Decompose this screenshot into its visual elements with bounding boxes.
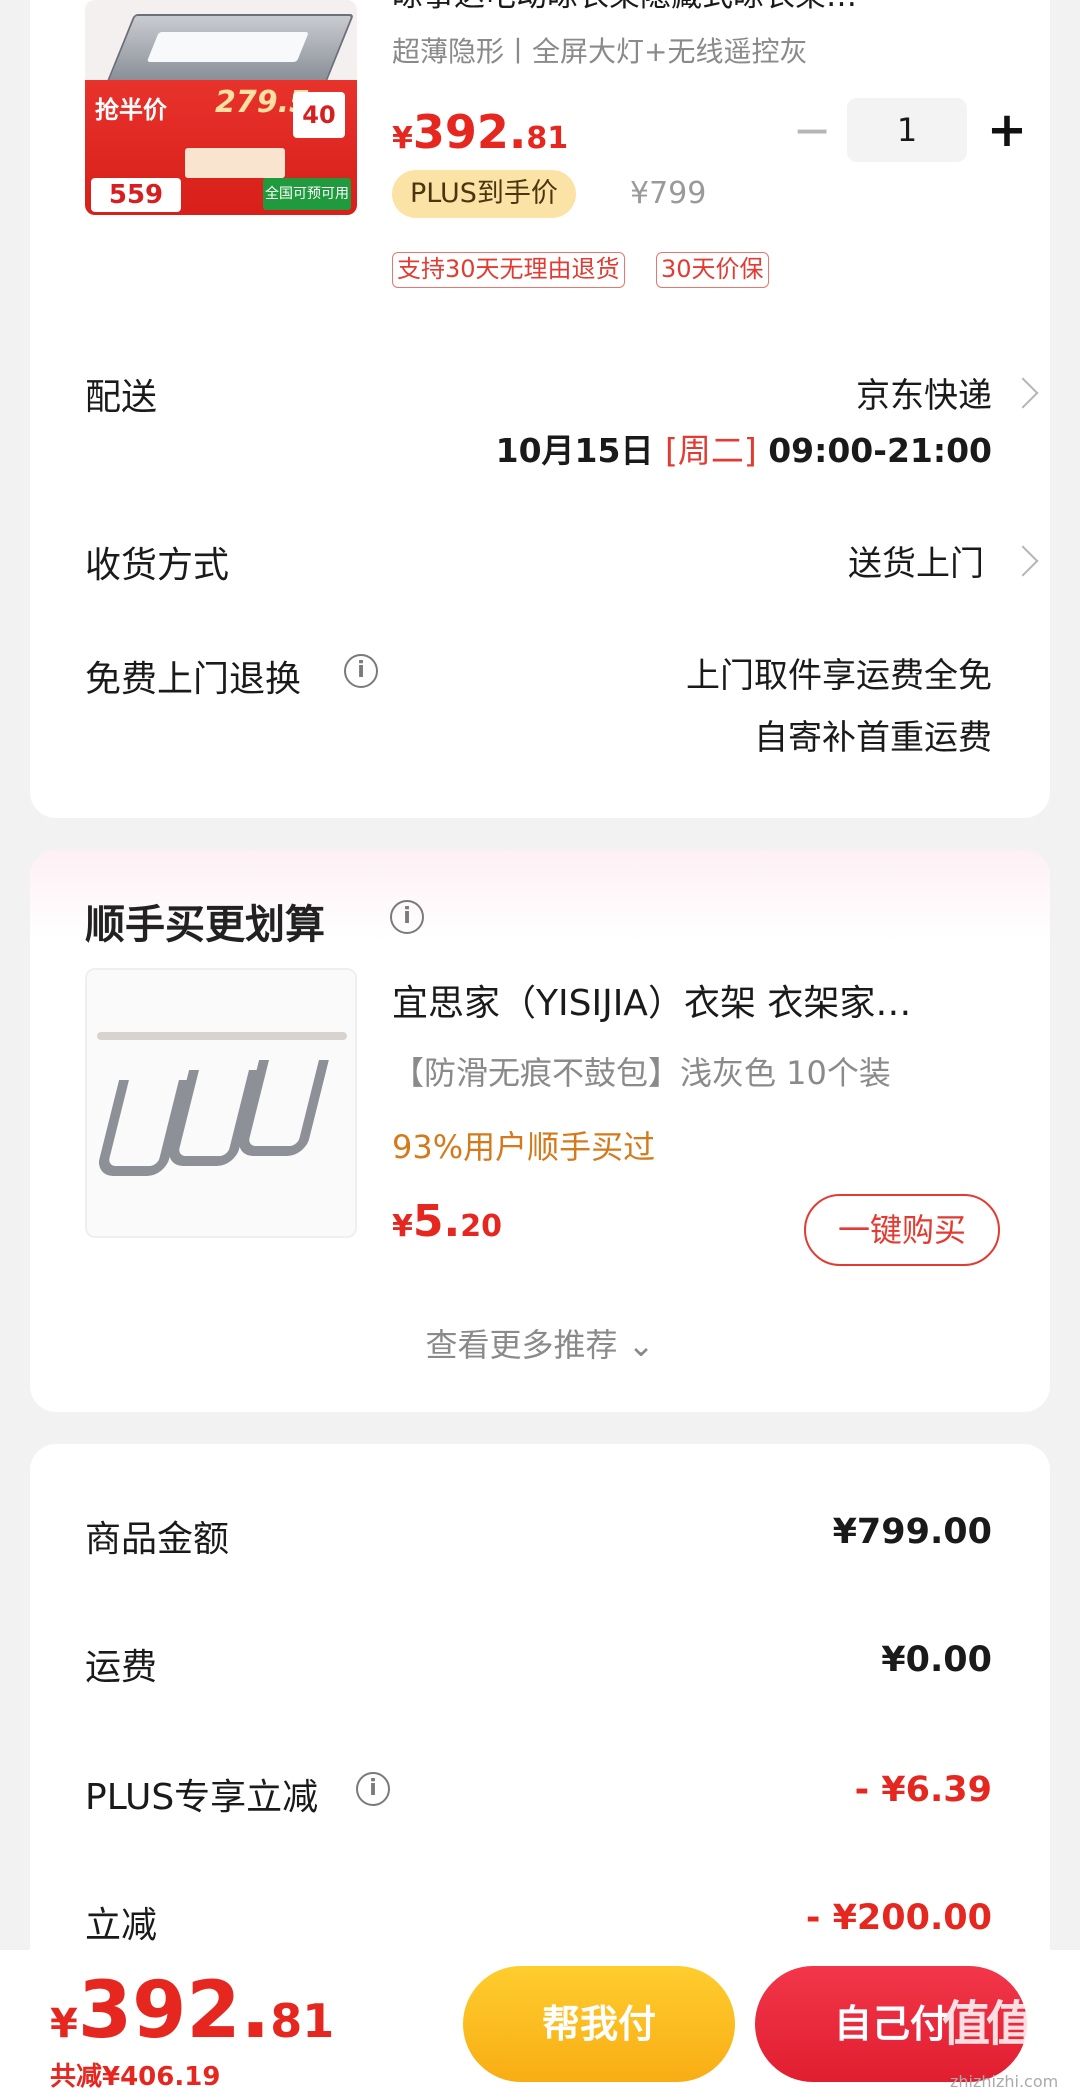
- receive-method-value[interactable]: 送货上门: [848, 536, 984, 585]
- checkout-bar: ¥392.81 共减¥406.19 帮我付 自己付: [0, 1950, 1080, 2098]
- info-icon[interactable]: i: [356, 1772, 390, 1806]
- total-currency: ¥: [50, 2001, 78, 2047]
- hanger-rod: [97, 1032, 347, 1040]
- delivery-time[interactable]: 10月15日 [周二] 09:00-21:00: [496, 424, 992, 472]
- recommend-item-image[interactable]: [85, 968, 357, 1238]
- plus-price-badge: PLUS到手价: [392, 170, 576, 218]
- original-price: ¥799: [630, 176, 707, 211]
- decrease-button[interactable]: −: [782, 98, 842, 162]
- quantity-stepper: − 1 +: [782, 98, 1042, 162]
- recommend-item-name[interactable]: 宜思家（YISIJIA）衣架 衣架家…: [392, 974, 992, 1026]
- recommend-item-spec: 【防滑无痕不鼓包】浅灰色 10个装: [392, 1054, 891, 1092]
- image-price-box: 559: [91, 178, 181, 212]
- product-spec[interactable]: 超薄隐形丨全屏大灯+无线遥控灰: [392, 30, 807, 70]
- info-icon[interactable]: i: [344, 654, 378, 688]
- price-protect-tag: 30天价保: [656, 252, 769, 288]
- watermark-url: zhizhizhi.com: [950, 2072, 1059, 2091]
- instant-discount-value: - ¥200.00: [805, 1898, 992, 1938]
- goods-amount-label: 商品金额: [85, 1519, 230, 1560]
- recommend-bought-rate: 93%用户顺手买过: [392, 1128, 656, 1166]
- shipping-value: ¥0.00: [881, 1640, 992, 1680]
- delivery-weekday: [周二]: [664, 431, 757, 470]
- plus-discount-value: - ¥6.39: [854, 1770, 992, 1810]
- coupon-tag: 40: [293, 92, 345, 138]
- receive-method-label: 收货方式: [85, 545, 230, 586]
- price-currency: ¥: [392, 121, 413, 156]
- price-currency: ¥: [392, 1209, 413, 1244]
- increase-button[interactable]: +: [977, 98, 1037, 162]
- free-return-label: 免费上门退换: [85, 659, 302, 700]
- delivery-label: 配送: [85, 377, 158, 418]
- promo-label: 抢半价: [95, 96, 167, 124]
- chevron-right-icon[interactable]: [1007, 545, 1039, 577]
- shipping-label: 运费: [85, 1647, 158, 1688]
- info-icon[interactable]: i: [390, 900, 424, 934]
- product-price: ¥392.81: [392, 105, 568, 159]
- instant-discount-label: 立减: [85, 1905, 158, 1946]
- delivery-carrier[interactable]: 京东快递: [856, 368, 992, 417]
- recommend-card: 顺手买更划算 i 宜思家（YISIJIA）衣架 衣架家… 【防滑无痕不鼓包】浅灰…: [30, 850, 1050, 1412]
- total-decimal: 81: [270, 1994, 335, 2048]
- delivery-date: 10月15日: [495, 431, 665, 470]
- clothes-rack-picture: [105, 14, 355, 84]
- one-click-buy-button[interactable]: 一键购买: [804, 1194, 1000, 1266]
- image-green-label: 全国可预可用: [263, 178, 351, 210]
- price-decimal: 81: [526, 121, 569, 156]
- more-recommend-link[interactable]: 查看更多推荐 ⌄: [30, 1320, 1050, 1366]
- help-me-pay-button[interactable]: 帮我付: [463, 1966, 735, 2082]
- delivery-window: 09:00-21:00: [756, 431, 992, 470]
- plus-discount-label: PLUS专享立减: [85, 1777, 319, 1818]
- product-title[interactable]: 晾事达电动晾衣架隐藏式晾衣架…: [392, 0, 1012, 15]
- return-policy-tag: 支持30天无理由退货: [392, 252, 625, 288]
- free-return-line2: 自寄补首重运费: [754, 718, 992, 758]
- total-price: ¥392.81: [50, 1966, 334, 2056]
- order-product-card: 抢半价 279.5 40 559 全国可预可用 晾事达电动晾衣架隐藏式晾衣架… …: [30, 0, 1050, 818]
- total-saved[interactable]: 共减¥406.19: [50, 2056, 220, 2093]
- free-return-line1: 上门取件享运费全免: [686, 656, 992, 696]
- chevron-right-icon[interactable]: [1007, 377, 1039, 409]
- product-image[interactable]: 抢半价 279.5 40 559 全国可预可用: [85, 0, 357, 215]
- total-integer: 392.: [77, 1966, 271, 2056]
- watermark-logo: 值值值: [942, 1996, 1078, 2052]
- promo-strip: [185, 148, 285, 178]
- price-integer: 392.: [412, 105, 527, 159]
- price-decimal: 20: [460, 1209, 502, 1244]
- price-integer: 5.: [412, 1196, 461, 1247]
- goods-amount-value: ¥799.00: [832, 1512, 992, 1552]
- quantity-value[interactable]: 1: [847, 98, 967, 162]
- recommend-item-price: ¥5.20: [392, 1196, 502, 1247]
- recommend-title: 顺手买更划算: [85, 902, 325, 948]
